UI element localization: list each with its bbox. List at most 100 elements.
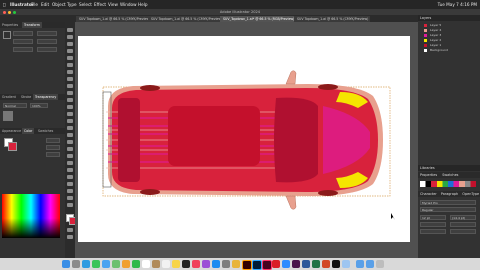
layers-header[interactable]: Layers	[418, 15, 480, 21]
menu-object[interactable]: Object	[52, 0, 66, 9]
tab-swatches[interactable]: Swatches	[36, 128, 55, 134]
safari-icon[interactable]	[82, 259, 90, 268]
libraries-header[interactable]: Libraries	[418, 165, 480, 171]
mail-icon[interactable]	[102, 259, 110, 268]
width-tool-icon[interactable]	[67, 119, 73, 123]
tab-properties[interactable]: Properties	[0, 22, 20, 28]
menu-window[interactable]: Window	[120, 0, 137, 9]
reminders-icon[interactable]	[162, 259, 170, 268]
menu-view[interactable]: View	[108, 0, 118, 9]
maps-icon[interactable]	[112, 259, 120, 268]
settings-icon[interactable]	[222, 259, 230, 268]
hand-tool-icon[interactable]	[67, 196, 73, 200]
width-field[interactable]	[13, 39, 33, 44]
slack-icon[interactable]	[292, 259, 300, 268]
tab-properties-right[interactable]: Properties	[420, 173, 437, 177]
scale-tool-icon[interactable]	[67, 112, 73, 116]
powerpoint-icon[interactable]	[322, 259, 330, 268]
tab-transform[interactable]: Transform	[22, 22, 42, 28]
graph-tool-icon[interactable]	[67, 182, 73, 186]
tab-opentype[interactable]: OpenType	[462, 192, 479, 196]
tab-color[interactable]: Color	[22, 128, 35, 134]
music-icon[interactable]	[192, 259, 200, 268]
curvature-tool-icon[interactable]	[67, 56, 73, 60]
line-tool-icon[interactable]	[67, 70, 73, 74]
tab-stroke[interactable]: Stroke	[19, 94, 33, 100]
apple-icon[interactable]: 	[3, 0, 6, 9]
perspective-grid-tool-icon[interactable]	[67, 140, 73, 144]
color-value-r[interactable]	[46, 138, 60, 143]
menubar-clock[interactable]: Tue May 7 4:16 PM	[438, 0, 477, 9]
window-zoom-button[interactable]	[13, 10, 16, 14]
finder-icon[interactable]	[62, 259, 70, 268]
tab-character[interactable]: Character	[420, 192, 437, 196]
tab-paragraph[interactable]: Paragraph	[441, 192, 458, 196]
tab-transparency[interactable]: Transparency	[33, 94, 59, 100]
eyedropper-tool-icon[interactable]	[67, 161, 73, 165]
kerning-field[interactable]	[420, 222, 446, 227]
font-style-select[interactable]: Regular	[420, 207, 476, 212]
documents-icon[interactable]	[366, 259, 374, 268]
menu-help[interactable]: Help	[138, 0, 148, 9]
opacity-field[interactable]: 100%	[30, 103, 48, 108]
calendar-icon[interactable]	[142, 259, 150, 268]
vertical-scale-field[interactable]	[420, 229, 446, 234]
font-size-field[interactable]: 12 pt	[420, 215, 446, 220]
photos-icon[interactable]	[122, 259, 130, 268]
tracking-field[interactable]	[450, 222, 476, 227]
x-field[interactable]	[13, 31, 33, 36]
shear-field[interactable]	[37, 47, 57, 52]
free-transform-tool-icon[interactable]	[67, 126, 73, 130]
screen-mode-icon[interactable]	[67, 235, 73, 239]
zoom-tool-icon[interactable]	[67, 203, 73, 207]
chrome-icon[interactable]	[232, 259, 240, 268]
angle-field[interactable]	[13, 47, 33, 52]
direct-selection-tool-icon[interactable]	[67, 35, 73, 39]
height-field[interactable]	[37, 39, 57, 44]
shape-builder-tool-icon[interactable]	[67, 133, 73, 137]
terminal-icon[interactable]	[332, 259, 340, 268]
tab-gradient[interactable]: Gradient	[0, 94, 18, 100]
facetime-icon[interactable]	[132, 259, 140, 268]
menu-effect[interactable]: Effect	[94, 0, 106, 9]
pencil-tool-icon[interactable]	[67, 91, 73, 95]
launchpad-icon[interactable]	[72, 259, 80, 268]
tv-icon[interactable]	[182, 259, 190, 268]
menu-type[interactable]: Type	[67, 0, 77, 9]
window-close-button[interactable]	[3, 10, 6, 14]
reference-point-grid[interactable]	[3, 31, 11, 39]
font-family-select[interactable]: Myriad Pro	[420, 200, 476, 205]
gradient-tool-icon[interactable]	[67, 154, 73, 158]
notes-icon[interactable]	[172, 259, 180, 268]
creative-cloud-icon[interactable]	[272, 259, 280, 268]
window-minimize-button[interactable]	[8, 10, 11, 14]
paintbrush-tool-icon[interactable]	[67, 84, 73, 88]
artboard-tool-icon[interactable]	[67, 189, 73, 193]
downloads-icon[interactable]	[356, 259, 364, 268]
app-store-icon[interactable]	[212, 259, 220, 268]
menu-file[interactable]: File	[31, 0, 38, 9]
menu-edit[interactable]: Edit	[41, 0, 49, 9]
photoshop-icon[interactable]	[252, 259, 262, 270]
type-tool-icon[interactable]	[67, 63, 73, 67]
stroke-swatch[interactable]	[8, 142, 17, 151]
rotate-tool-icon[interactable]	[67, 105, 73, 109]
pen-tool-icon[interactable]	[67, 49, 73, 53]
y-field[interactable]	[37, 31, 57, 36]
symbol-sprayer-tool-icon[interactable]	[67, 175, 73, 179]
leading-field[interactable]: (14.4 pt)	[450, 215, 476, 220]
layer-item[interactable]: Background	[420, 48, 476, 53]
draw-mode-icon[interactable]	[67, 228, 73, 232]
messages-icon[interactable]	[92, 259, 100, 268]
magic-wand-tool-icon[interactable]	[67, 42, 73, 46]
blend-tool-icon[interactable]	[67, 168, 73, 172]
zoom-icon[interactable]	[282, 259, 290, 268]
color-spectrum[interactable]	[2, 194, 60, 238]
trash-icon[interactable]	[376, 259, 384, 268]
blend-mode-select[interactable]: Normal	[3, 103, 27, 108]
rectangle-tool-icon[interactable]	[67, 77, 73, 81]
horizontal-scale-field[interactable]	[450, 229, 476, 234]
mesh-tool-icon[interactable]	[67, 147, 73, 151]
eraser-tool-icon[interactable]	[67, 98, 73, 102]
illustrator-icon[interactable]	[242, 259, 252, 270]
